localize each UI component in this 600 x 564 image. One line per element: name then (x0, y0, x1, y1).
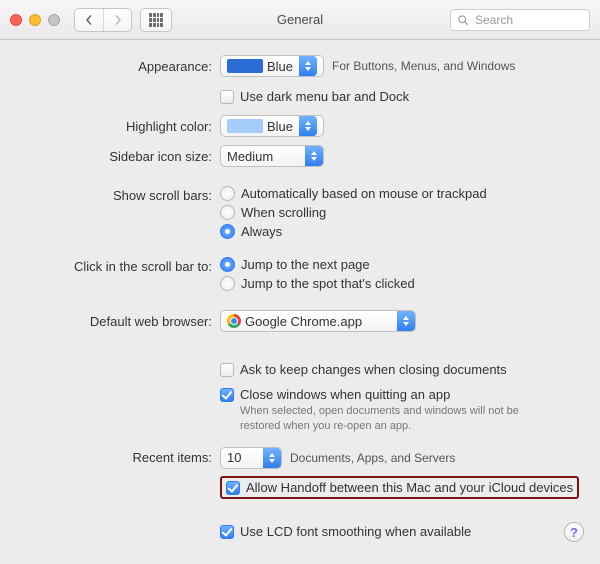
scrollbars-option-always[interactable]: Always (220, 224, 487, 239)
scrollclick-group: Jump to the next page Jump to the spot t… (220, 257, 415, 291)
sidebar-size-value: Medium (227, 149, 273, 164)
stepper-icon (305, 146, 323, 166)
help-button[interactable]: ? (564, 522, 584, 542)
color-swatch-icon (227, 59, 263, 73)
scrollclick-option-spot[interactable]: Jump to the spot that's clicked (220, 276, 415, 291)
chevron-left-icon (84, 15, 94, 25)
radio-label: Automatically based on mouse or trackpad (241, 186, 487, 201)
lcd-smoothing-checkbox[interactable]: Use LCD font smoothing when available (220, 524, 471, 539)
back-button[interactable] (75, 9, 103, 31)
handoff-checkbox[interactable]: Allow Handoff between this Mac and your … (226, 480, 573, 495)
window-controls (10, 14, 60, 26)
stepper-icon (299, 116, 317, 136)
nav-back-forward (74, 8, 132, 32)
highlight-value: Blue (267, 119, 293, 134)
zoom-window-button[interactable] (48, 14, 60, 26)
appearance-value: Blue (267, 59, 293, 74)
radio-label: When scrolling (241, 205, 326, 220)
color-swatch-icon (227, 119, 263, 133)
show-all-button[interactable] (140, 8, 172, 32)
appearance-label: Appearance: (20, 59, 220, 74)
content: Appearance: Blue For Buttons, Menus, and… (0, 40, 600, 564)
scrollbars-label: Show scroll bars: (20, 186, 220, 203)
recent-items-suffix: Documents, Apps, and Servers (290, 451, 455, 465)
radio-icon (220, 205, 235, 220)
dark-menu-label: Use dark menu bar and Dock (240, 89, 409, 104)
close-windows-subtext: When selected, open documents and window… (220, 404, 540, 434)
recent-items-value: 10 (227, 450, 241, 465)
handoff-label: Allow Handoff between this Mac and your … (246, 480, 573, 495)
chevron-right-icon (113, 15, 123, 25)
close-windows-checkbox[interactable]: Close windows when quitting an app (220, 387, 450, 402)
radio-icon (220, 276, 235, 291)
close-windows-label: Close windows when quitting an app (240, 387, 450, 402)
forward-button[interactable] (103, 9, 131, 31)
checkbox-icon (220, 363, 234, 377)
ask-keep-changes-checkbox[interactable]: Ask to keep changes when closing documen… (220, 362, 507, 377)
chrome-icon (227, 314, 241, 328)
scrollbars-group: Automatically based on mouse or trackpad… (220, 186, 487, 239)
dark-menu-checkbox[interactable]: Use dark menu bar and Dock (220, 89, 409, 104)
handoff-highlight: Allow Handoff between this Mac and your … (220, 476, 579, 499)
scrollclick-label: Click in the scroll bar to: (20, 257, 220, 274)
search-field[interactable] (450, 9, 590, 31)
lcd-smoothing-label: Use LCD font smoothing when available (240, 524, 471, 539)
highlight-select[interactable]: Blue (220, 115, 324, 137)
search-input[interactable] (473, 12, 583, 28)
ask-keep-changes-label: Ask to keep changes when closing documen… (240, 362, 507, 377)
radio-icon (220, 257, 235, 272)
stepper-icon (397, 311, 415, 331)
browser-value: Google Chrome.app (245, 314, 362, 329)
sidebar-size-label: Sidebar icon size: (20, 149, 220, 164)
stepper-icon (299, 56, 317, 76)
checkbox-icon (220, 525, 234, 539)
scrollbars-option-whenscrolling[interactable]: When scrolling (220, 205, 487, 220)
checkbox-icon (226, 481, 240, 495)
minimize-window-button[interactable] (29, 14, 41, 26)
scrollclick-option-next[interactable]: Jump to the next page (220, 257, 415, 272)
browser-label: Default web browser: (20, 314, 220, 329)
radio-label: Jump to the spot that's clicked (241, 276, 415, 291)
stepper-icon (263, 448, 281, 468)
titlebar: General (0, 0, 600, 40)
help-icon: ? (570, 525, 578, 540)
sidebar-size-select[interactable]: Medium (220, 145, 324, 167)
appearance-hint: For Buttons, Menus, and Windows (332, 59, 515, 73)
scrollbars-option-auto[interactable]: Automatically based on mouse or trackpad (220, 186, 487, 201)
search-icon (457, 14, 469, 26)
highlight-label: Highlight color: (20, 119, 220, 134)
checkbox-icon (220, 388, 234, 402)
radio-icon (220, 224, 235, 239)
radio-icon (220, 186, 235, 201)
radio-label: Always (241, 224, 282, 239)
appearance-select[interactable]: Blue (220, 55, 324, 77)
close-window-button[interactable] (10, 14, 22, 26)
recent-items-select[interactable]: 10 (220, 447, 282, 469)
radio-label: Jump to the next page (241, 257, 370, 272)
recent-items-label: Recent items: (20, 450, 220, 465)
browser-select[interactable]: Google Chrome.app (220, 310, 416, 332)
checkbox-icon (220, 90, 234, 104)
grid-icon (149, 13, 163, 27)
